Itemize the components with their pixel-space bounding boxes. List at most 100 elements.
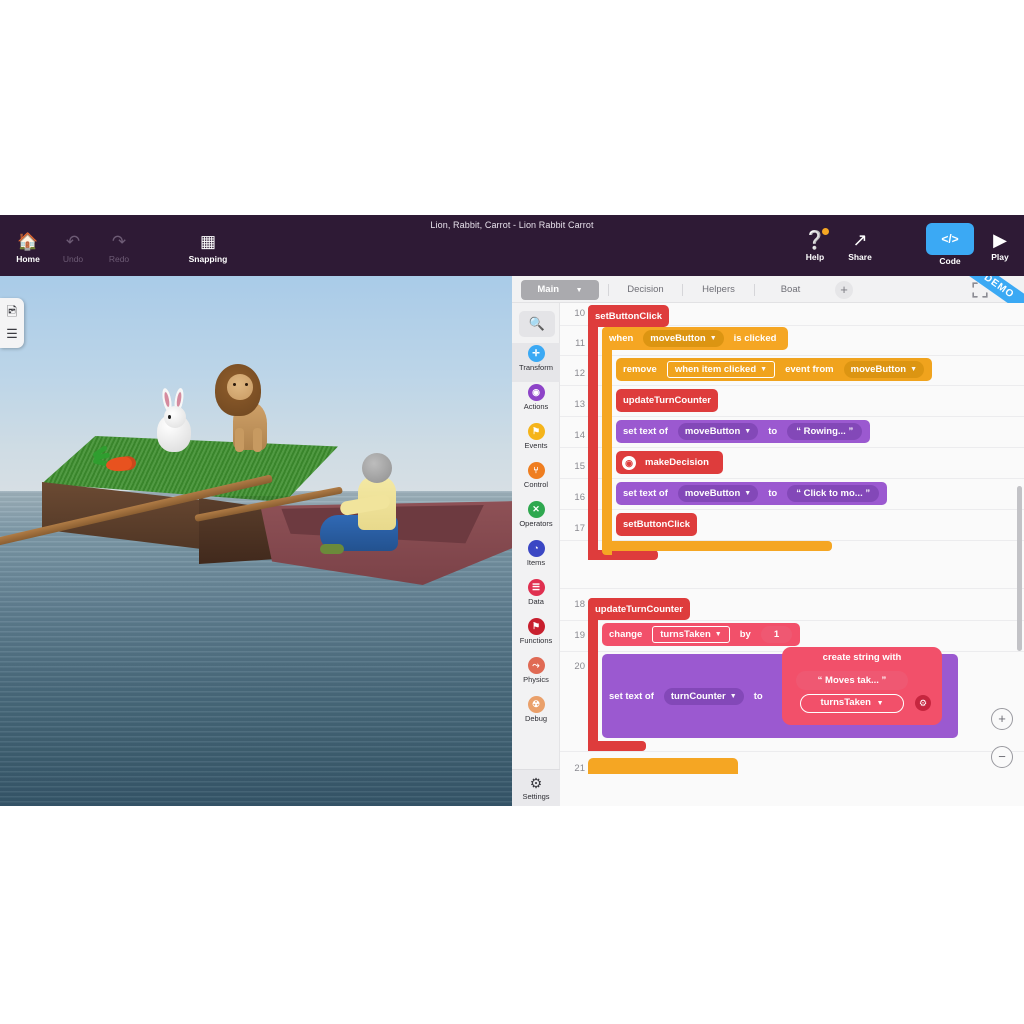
tab-decision[interactable]: Decision bbox=[612, 280, 679, 300]
script-tabstrip: Main ▼ Decision Helpers Boat + DEMO bbox=[512, 276, 1024, 326]
category-control-label: Control bbox=[523, 480, 549, 489]
block-set-text-turnCounter-row: set text of turnCounter ▼ to bbox=[602, 684, 770, 708]
category-actions[interactable]: ◉ Actions bbox=[512, 382, 560, 421]
line-number: 16 bbox=[574, 492, 585, 503]
block-label-is-clicked: is clicked bbox=[733, 333, 777, 344]
tab-decision-label: Decision bbox=[627, 284, 664, 295]
dropdown-moveButton[interactable]: moveButton ▼ bbox=[643, 330, 724, 347]
block-label-set-text: set text of bbox=[623, 426, 668, 437]
share-icon: ↗ bbox=[852, 230, 868, 250]
line-number: 14 bbox=[574, 430, 585, 441]
dropdown-moveButton[interactable]: moveButton ▼ bbox=[843, 361, 924, 378]
dropdown-when-item-clicked[interactable]: when item clicked ▼ bbox=[666, 361, 776, 378]
line-number: 17 bbox=[574, 523, 585, 534]
lion-object bbox=[209, 364, 281, 460]
block-category-rail: 🔍 ✛ Transform ◉ Actions ⚑ Events ⑂ Contr… bbox=[512, 303, 560, 806]
code-editor-panel: Main ▼ Decision Helpers Boat + DEMO 🔍 ✛ … bbox=[512, 276, 1024, 806]
block-label-to: to bbox=[768, 426, 778, 437]
block-settings-gear-icon[interactable]: ⚙ bbox=[915, 695, 931, 711]
dropdown-value: turnsTaken bbox=[660, 629, 711, 640]
search-input[interactable]: 🔍 bbox=[519, 311, 555, 337]
row-divider bbox=[560, 416, 1024, 417]
block-remove-event[interactable]: remove when item clicked ▼ event from mo… bbox=[616, 358, 932, 381]
tab-helpers-label: Helpers bbox=[702, 284, 735, 295]
block-call-setButtonClick[interactable]: setButtonClick bbox=[616, 513, 698, 536]
rabbit-object bbox=[153, 387, 195, 454]
tab-helpers[interactable]: Helpers bbox=[686, 280, 751, 300]
row-divider bbox=[560, 447, 1024, 448]
block-set-text-click-to-move[interactable]: set text of moveButton ▼ to “ Click to m… bbox=[616, 482, 888, 505]
tab-divider bbox=[608, 284, 609, 296]
block-call-makeDecision[interactable]: ◉ makeDecision bbox=[616, 451, 723, 474]
settings-label: Settings bbox=[522, 792, 550, 801]
block-next-event-partial[interactable] bbox=[588, 758, 738, 774]
string-rowing[interactable]: “ Rowing... ” bbox=[787, 423, 863, 440]
dropdown-moveButton[interactable]: moveButton ▼ bbox=[677, 423, 759, 440]
category-actions-label: Actions bbox=[523, 402, 549, 411]
block-label: setButtonClick bbox=[595, 310, 663, 322]
block-updateTurnCounter-definition[interactable]: updateTurnCounter bbox=[588, 598, 690, 620]
block-label-change: change bbox=[609, 629, 643, 640]
debug-icon: ☢ bbox=[527, 696, 545, 713]
category-items[interactable]: ◔ Items bbox=[512, 538, 560, 577]
function-body-spine bbox=[588, 305, 598, 560]
block-label-set-text: set text of bbox=[609, 690, 654, 702]
category-events[interactable]: ⚑ Events bbox=[512, 421, 560, 460]
block-setButtonClick-definition[interactable]: setButtonClick bbox=[588, 305, 670, 327]
redo-label: Redo bbox=[108, 254, 130, 264]
vertical-scrollbar[interactable] bbox=[1017, 486, 1022, 651]
category-debug[interactable]: ☢ Debug bbox=[512, 694, 560, 733]
tab-boat[interactable]: Boat bbox=[758, 280, 823, 300]
play-button[interactable]: ▶ Play bbox=[976, 229, 1024, 262]
category-functions[interactable]: ⚑ Functions bbox=[512, 616, 560, 655]
chevron-down-icon: ▼ bbox=[744, 428, 752, 435]
tab-main[interactable]: Main ▼ bbox=[521, 280, 599, 300]
dropdown-turnCounter[interactable]: turnCounter ▼ bbox=[663, 687, 744, 705]
row-divider bbox=[560, 385, 1024, 386]
block-label: updateTurnCounter bbox=[595, 603, 683, 615]
block-change-turnsTaken[interactable]: change turnsTaken ▼ by 1 bbox=[602, 623, 801, 646]
block-set-text-rowing[interactable]: set text of moveButton ▼ to “ Rowing... … bbox=[616, 420, 871, 443]
share-label: Share bbox=[848, 252, 872, 262]
category-operators[interactable]: ✕ Operators bbox=[512, 499, 560, 538]
zoom-out-button[interactable]: − bbox=[991, 746, 1013, 768]
block-label: setButtonClick bbox=[623, 519, 691, 530]
items-icon: ◔ bbox=[527, 540, 545, 557]
scene-viewport[interactable]: 🖻 ☰ ▦ Library ⇧ Upload ⛶ Environment bbox=[0, 276, 512, 806]
number-one[interactable]: 1 bbox=[760, 626, 793, 643]
list-icon[interactable]: ☰ bbox=[4, 326, 20, 342]
category-functions-label: Functions bbox=[519, 636, 553, 645]
help-button[interactable]: ❔ Help bbox=[791, 229, 839, 262]
dropdown-moveButton[interactable]: moveButton ▼ bbox=[677, 485, 759, 502]
string-moves-taken[interactable]: “ Moves tak... ” bbox=[796, 671, 908, 690]
top-toolbar: Lion, Rabbit, Carrot - Lion Rabbit Carro… bbox=[0, 215, 1024, 276]
share-button[interactable]: ↗ Share bbox=[836, 229, 884, 262]
block-when-clicked[interactable]: when moveButton ▼ is clicked bbox=[602, 327, 789, 350]
dropdown-turnsTaken-value[interactable]: turnsTaken ▼ bbox=[800, 694, 904, 713]
category-transform[interactable]: ✛ Transform bbox=[512, 343, 560, 382]
snapping-label: Snapping bbox=[188, 254, 228, 264]
string-click-to-move[interactable]: “ Click to mo... ” bbox=[787, 485, 880, 502]
snapping-button[interactable]: ▦ Snapping bbox=[180, 232, 236, 264]
physics-icon: ⤳ bbox=[527, 657, 545, 674]
search-icon: 🔍 bbox=[528, 316, 546, 331]
block-call-updateTurnCounter[interactable]: updateTurnCounter bbox=[616, 389, 718, 412]
block-label-by: by bbox=[739, 629, 751, 640]
row-divider bbox=[560, 478, 1024, 479]
block-label-when: when bbox=[609, 333, 634, 344]
play-icon: ▶ bbox=[993, 230, 1007, 250]
category-control[interactable]: ⑂ Control bbox=[512, 460, 560, 499]
add-tab-button[interactable]: + bbox=[835, 281, 853, 299]
redo-button[interactable]: ↷ Redo bbox=[91, 232, 147, 264]
help-notification-dot bbox=[822, 228, 829, 235]
block-canvas[interactable]: 10 11 12 13 14 15 16 17 18 19 20 21 setB… bbox=[560, 303, 1024, 806]
tab-divider bbox=[682, 284, 683, 296]
category-data[interactable]: ☰ Data bbox=[512, 577, 560, 616]
category-data-label: Data bbox=[528, 597, 544, 606]
layers-icon[interactable]: 🖻 bbox=[4, 304, 20, 320]
line-number: 15 bbox=[574, 461, 585, 472]
zoom-in-button[interactable]: + bbox=[991, 708, 1013, 730]
category-physics[interactable]: ⤳ Physics bbox=[512, 655, 560, 694]
settings-button[interactable]: ⚙ Settings bbox=[512, 769, 560, 806]
dropdown-turnsTaken[interactable]: turnsTaken ▼ bbox=[652, 626, 730, 643]
